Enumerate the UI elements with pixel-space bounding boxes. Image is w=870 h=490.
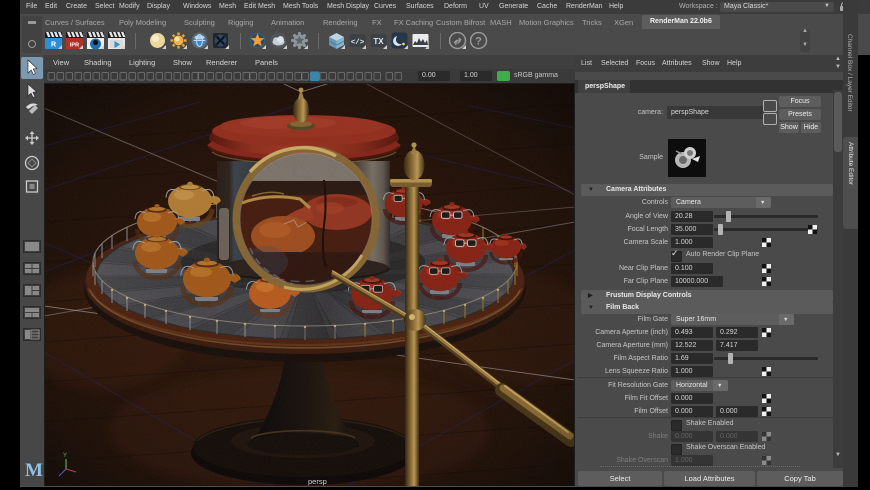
svg-text:IPR: IPR [70, 43, 79, 49]
svg-text:?: ? [475, 36, 482, 48]
svg-text:R: R [51, 42, 56, 49]
svg-text:TX: TX [373, 37, 384, 46]
svg-text:</>: </> [351, 39, 365, 47]
